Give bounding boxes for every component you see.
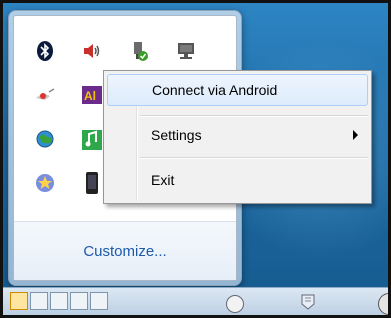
usb-device-icon[interactable] xyxy=(122,34,156,68)
taskbar-icons xyxy=(10,292,108,310)
volume-slider-thumb-icon[interactable] xyxy=(301,294,315,310)
menu-item-label: Exit xyxy=(151,172,175,188)
menu-item-settings[interactable]: Settings xyxy=(107,119,368,151)
bluetooth-icon[interactable] xyxy=(28,34,62,68)
taskbar-icon[interactable] xyxy=(30,292,48,310)
menu-item-label: Connect via Android xyxy=(152,82,278,98)
speaker-icon[interactable] xyxy=(75,34,109,68)
star-icon[interactable] xyxy=(28,166,62,200)
menu-item-label: Settings xyxy=(151,127,202,143)
customize-link[interactable]: Customize... xyxy=(83,243,166,260)
menu-item-exit[interactable]: Exit xyxy=(107,164,368,196)
customize-section: Customize... xyxy=(14,221,236,280)
show-hidden-icons-button[interactable] xyxy=(226,295,244,313)
svg-text:Al: Al xyxy=(84,89,96,103)
taskbar-icon[interactable] xyxy=(50,292,68,310)
network-icon[interactable] xyxy=(169,34,203,68)
satellite-icon[interactable] xyxy=(28,78,62,112)
taskbar-icon[interactable] xyxy=(10,292,28,310)
context-menu: Connect via Android Settings Exit xyxy=(103,70,372,204)
taskbar xyxy=(0,287,391,318)
menu-separator xyxy=(140,157,368,159)
globe-icon[interactable] xyxy=(28,122,62,156)
menu-item-connect-via-android[interactable]: Connect via Android xyxy=(107,74,368,106)
menu-separator xyxy=(140,115,368,117)
taskbar-icon[interactable] xyxy=(90,292,108,310)
taskbar-icon[interactable] xyxy=(70,292,88,310)
taskbar-circle-button[interactable] xyxy=(378,293,391,315)
submenu-arrow-icon xyxy=(353,130,358,140)
